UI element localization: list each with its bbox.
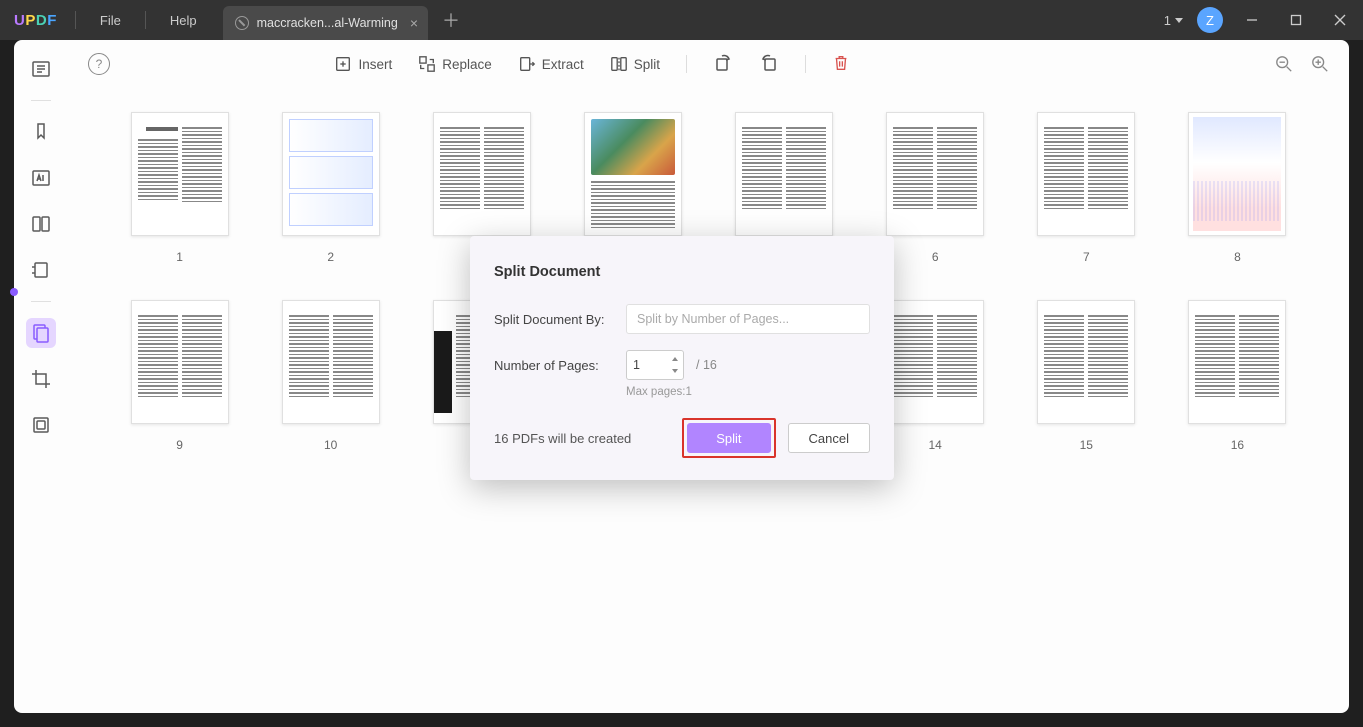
menu-help[interactable]: Help (150, 0, 217, 40)
watermark-icon[interactable] (26, 410, 56, 440)
thumb-label: 1 (176, 250, 183, 264)
minimize-button[interactable] (1237, 5, 1267, 35)
app-logo: UPDF (0, 12, 71, 29)
thumb-label: 9 (176, 438, 183, 452)
page-thumbnail[interactable]: 1 (128, 112, 231, 264)
edit-text-icon[interactable] (26, 163, 56, 193)
help-icon[interactable]: ? (88, 53, 110, 75)
extract-label: Extract (542, 57, 584, 72)
page-number: 1 (1164, 13, 1171, 28)
num-pages-label: Number of Pages: (494, 358, 614, 373)
new-tab-button[interactable]: ＋ (428, 7, 474, 33)
spinner[interactable] (669, 353, 681, 377)
pdf-count-info: 16 PDFs will be created (494, 431, 631, 446)
thumb-label: 16 (1231, 438, 1244, 452)
thumb-label: 2 (327, 250, 334, 264)
num-value: 1 (633, 358, 640, 372)
rotate-left-icon[interactable] (713, 53, 733, 76)
page-thumbnail[interactable]: 14 (884, 300, 987, 452)
extract-button[interactable]: Extract (518, 55, 584, 73)
crop-icon[interactable] (26, 364, 56, 394)
page-thumbnail[interactable]: 6 (884, 112, 987, 264)
maximize-button[interactable] (1281, 5, 1311, 35)
thumb-image (282, 300, 380, 424)
annotation-icon[interactable] (26, 117, 56, 147)
page-thumbnail[interactable]: 9 (128, 300, 231, 452)
tab-doc-icon (235, 16, 249, 30)
thumb-image (584, 112, 682, 236)
ocr-icon[interactable] (26, 255, 56, 285)
replace-label: Replace (442, 57, 492, 72)
thumb-image (282, 112, 380, 236)
num-pages-input[interactable]: 1 (626, 350, 684, 380)
page-indicator[interactable]: 1 (1164, 13, 1183, 28)
document-tab[interactable]: maccracken...al-Warming × (223, 6, 428, 40)
thumb-label: 8 (1234, 250, 1241, 264)
thumb-label: 7 (1083, 250, 1090, 264)
thumb-image (131, 112, 229, 236)
thumb-image (735, 112, 833, 236)
page-thumbnail[interactable]: 2 (279, 112, 382, 264)
split-confirm-button[interactable]: Split (687, 423, 770, 453)
organize-pages-icon[interactable] (26, 318, 56, 348)
split-dialog: Split Document Split Document By: Split … (470, 236, 894, 480)
page-thumbnail[interactable]: 8 (1186, 112, 1289, 264)
zoom-in-icon[interactable] (1311, 55, 1329, 73)
highlight-annotation: Split (682, 418, 775, 458)
cancel-button[interactable]: Cancel (788, 423, 870, 453)
sidebar (14, 40, 68, 713)
form-icon[interactable] (26, 209, 56, 239)
insert-button[interactable]: Insert (334, 55, 392, 73)
page-thumbnail[interactable]: 15 (1035, 300, 1138, 452)
rotate-right-icon[interactable] (759, 53, 779, 76)
delete-icon[interactable] (832, 54, 850, 75)
page-thumbnail[interactable]: 7 (1035, 112, 1138, 264)
total-pages: / 16 (696, 358, 717, 372)
thumb-label: 6 (932, 250, 939, 264)
split-label: Split (634, 57, 660, 72)
insert-label: Insert (358, 57, 392, 72)
reader-mode-icon[interactable] (26, 54, 56, 84)
menu-file[interactable]: File (80, 0, 141, 40)
split-by-label: Split Document By: (494, 312, 614, 327)
thumb-image (1188, 112, 1286, 236)
title-bar: UPDF File Help maccracken...al-Warming ×… (0, 0, 1363, 40)
thumb-image (886, 300, 984, 424)
user-avatar[interactable]: Z (1197, 7, 1223, 33)
thumb-image (1037, 112, 1135, 236)
thumb-image (433, 112, 531, 236)
thumb-label: 14 (929, 438, 942, 452)
thumb-image (886, 112, 984, 236)
thumb-image (131, 300, 229, 424)
tab-title: maccracken...al-Warming (257, 16, 398, 30)
thumb-image (1037, 300, 1135, 424)
split-button[interactable]: Split (610, 55, 660, 73)
zoom-out-icon[interactable] (1275, 55, 1293, 73)
thumb-label: 10 (324, 438, 337, 452)
thumb-label: 15 (1080, 438, 1093, 452)
thumb-image (1188, 300, 1286, 424)
split-by-select[interactable]: Split by Number of Pages... (626, 304, 870, 334)
tab-close-icon[interactable]: × (410, 15, 418, 31)
page-thumbnail[interactable]: 10 (279, 300, 382, 452)
max-pages-hint: Max pages:1 (626, 386, 870, 398)
page-thumbnail[interactable]: 16 (1186, 300, 1289, 452)
dialog-title: Split Document (494, 264, 870, 280)
replace-button[interactable]: Replace (418, 55, 492, 73)
close-window-button[interactable] (1325, 5, 1355, 35)
chevron-down-icon (1175, 18, 1183, 23)
toolbar: ? Insert Replace Extract Split (68, 40, 1349, 88)
